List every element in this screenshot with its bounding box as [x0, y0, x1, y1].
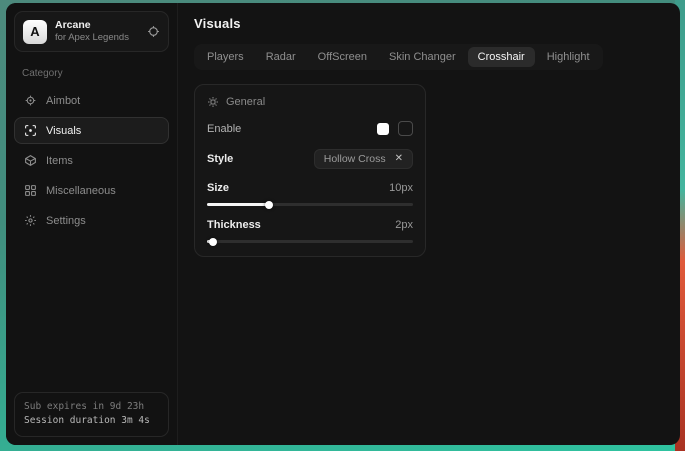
tab-radar[interactable]: Radar	[256, 47, 306, 67]
general-gear-icon	[207, 96, 219, 108]
size-value: 10px	[389, 182, 413, 194]
misc-grid-icon	[24, 184, 37, 197]
tab-highlight[interactable]: Highlight	[537, 47, 600, 67]
general-panel: General Enable Style Hollow Cross ✕	[194, 84, 426, 257]
thickness-slider-thumb[interactable]	[209, 238, 217, 246]
settings-gear-icon	[24, 214, 37, 227]
remove-style-icon[interactable]: ✕	[395, 154, 403, 164]
cheat-menu-window: A Arcane for Apex Legends Category Aimbo…	[6, 3, 680, 445]
visuals-scan-icon	[24, 124, 37, 137]
size-label: Size	[207, 182, 229, 194]
size-slider-thumb[interactable]	[265, 201, 273, 209]
enable-label: Enable	[207, 123, 241, 135]
enable-row: Enable	[207, 121, 413, 136]
sidebar-item-items[interactable]: Items	[14, 147, 169, 174]
main-content: Visuals Players Radar OffScreen Skin Cha…	[178, 3, 680, 445]
aimbot-crosshair-icon	[24, 94, 37, 107]
sidebar-item-miscellaneous[interactable]: Miscellaneous	[14, 177, 169, 204]
visuals-tab-bar: Players Radar OffScreen Skin Changer Cro…	[194, 44, 603, 70]
size-slider[interactable]	[207, 203, 413, 206]
sidebar-item-settings[interactable]: Settings	[14, 207, 169, 234]
session-duration-text: Session duration 3m 4s	[24, 414, 159, 429]
thickness-label: Thickness	[207, 219, 261, 231]
size-row: Size 10px	[207, 182, 413, 194]
sidebar-item-label: Visuals	[46, 125, 81, 137]
sidebar-item-label: Aimbot	[46, 95, 80, 107]
sidebar-item-visuals[interactable]: Visuals	[14, 117, 169, 144]
sidebar-item-label: Miscellaneous	[46, 185, 116, 197]
unload-crosshair-icon[interactable]	[147, 25, 160, 38]
color-swatch[interactable]	[377, 123, 389, 135]
items-box-icon	[24, 154, 37, 167]
enable-checkbox[interactable]	[398, 121, 413, 136]
tab-players[interactable]: Players	[197, 47, 254, 67]
sub-expires-text: Sub expires in 9d 23h	[24, 400, 159, 415]
style-label: Style	[207, 153, 233, 165]
page-title: Visuals	[194, 16, 664, 31]
sidebar-item-label: Settings	[46, 215, 86, 227]
sidebar: A Arcane for Apex Legends Category Aimbo…	[6, 3, 178, 445]
tab-crosshair[interactable]: Crosshair	[468, 47, 535, 67]
style-value: Hollow Cross	[324, 153, 386, 165]
app-subtitle: for Apex Legends	[55, 32, 139, 44]
app-logo: A	[23, 20, 47, 44]
category-label: Category	[22, 68, 161, 79]
thickness-row: Thickness 2px	[207, 219, 413, 231]
panel-title: General	[226, 96, 265, 108]
tab-skin-changer[interactable]: Skin Changer	[379, 47, 466, 67]
thickness-slider[interactable]	[207, 240, 413, 243]
thickness-value: 2px	[395, 219, 413, 231]
app-name: Arcane	[55, 19, 139, 32]
sidebar-item-label: Items	[46, 155, 73, 167]
style-row: Style Hollow Cross ✕	[207, 149, 413, 169]
subscription-info-card: Sub expires in 9d 23h Session duration 3…	[14, 392, 169, 437]
sidebar-item-aimbot[interactable]: Aimbot	[14, 87, 169, 114]
brand-card: A Arcane for Apex Legends	[14, 11, 169, 52]
tab-offscreen[interactable]: OffScreen	[308, 47, 377, 67]
style-chip[interactable]: Hollow Cross ✕	[314, 149, 413, 169]
